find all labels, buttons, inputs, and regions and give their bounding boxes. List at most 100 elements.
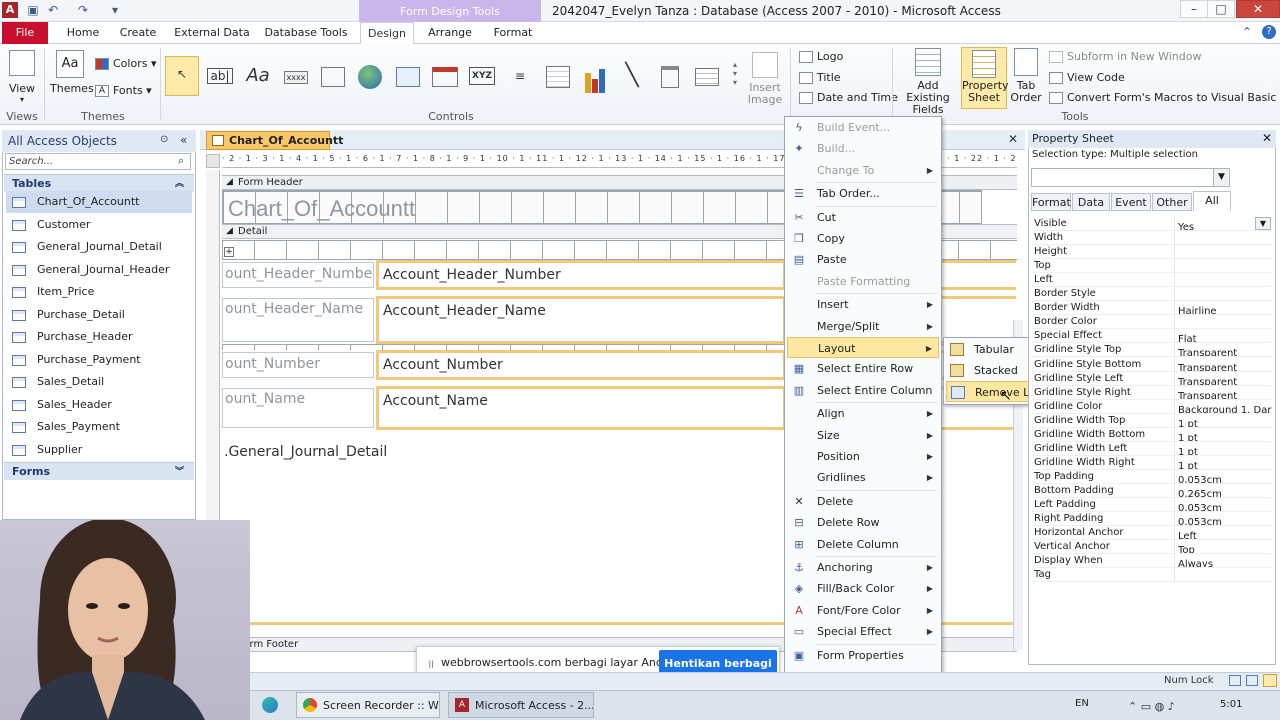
property-row[interactable]: Border Color: [1032, 315, 1272, 330]
property-row[interactable]: Gridline Width Bottom 1 pt: [1032, 427, 1272, 442]
property-value[interactable]: 1 pt: [1175, 460, 1198, 469]
property-row[interactable]: Gridline Width Right 1 pt: [1032, 455, 1272, 470]
nav-item-item-price[interactable]: Item_Price: [12, 281, 94, 303]
colors-button[interactable]: Colors ▾: [95, 55, 156, 73]
property-value[interactable]: 0,053cm: [1175, 474, 1222, 483]
web-browser-control-icon[interactable]: [393, 58, 423, 92]
nav-dropdown-icon[interactable]: ⊙: [160, 134, 168, 145]
ps-tab-data[interactable]: Data: [1072, 193, 1110, 211]
subform-label-general-journal-detail[interactable]: .General_Journal_Detail: [224, 444, 387, 460]
property-value[interactable]: Top: [1175, 544, 1195, 553]
menu-item-position[interactable]: Position ▶: [787, 446, 939, 467]
access-logo-icon[interactable]: A: [2, 2, 18, 18]
textbox-account-header-name[interactable]: Account_Header_Name: [376, 296, 786, 344]
menu-item-paste[interactable]: ▤ Paste: [787, 249, 939, 270]
tab-home[interactable]: Home: [60, 22, 106, 44]
menu-item-layout[interactable]: Layout ▶: [787, 337, 939, 358]
ps-tab-event[interactable]: Event: [1111, 193, 1151, 211]
textbox-account-header-number[interactable]: Account_Header_Number: [376, 260, 786, 290]
layout-selector-icon[interactable]: +: [224, 247, 234, 257]
label-control-icon[interactable]: Aa: [243, 58, 273, 92]
property-value[interactable]: Hairline: [1175, 305, 1217, 314]
subform-new-window-button[interactable]: Subform in New Window: [1049, 48, 1201, 66]
property-value[interactable]: Transparent: [1175, 390, 1237, 399]
menu-item-build-event[interactable]: ϟ Build Event...: [787, 117, 939, 138]
add-existing-fields-button[interactable]: Add Existing Fields: [897, 48, 959, 116]
property-row[interactable]: Left: [1032, 273, 1272, 288]
logo-button[interactable]: Logo: [799, 48, 843, 66]
title-button[interactable]: Title: [799, 69, 841, 87]
nav-item-purchase-payment[interactable]: Purchase_Payment: [12, 349, 141, 371]
nav-item-chart-of-accountt[interactable]: Chart_Of_Accountt: [6, 191, 192, 213]
ps-tab-all[interactable]: All: [1193, 191, 1231, 211]
tab-create[interactable]: Create: [114, 22, 162, 44]
property-value[interactable]: 0,265cm: [1175, 488, 1222, 497]
view-code-button[interactable]: View Code: [1049, 69, 1125, 87]
nav-item-supplier[interactable]: Supplier: [12, 439, 82, 461]
drag-handle-icon[interactable]: ॥: [427, 655, 434, 672]
menu-item-special-effect[interactable]: ▭ Special Effect ▶: [787, 621, 939, 642]
property-row[interactable]: Border Width Hairline: [1032, 301, 1272, 316]
gallery-scroll-icon[interactable]: ▴ ▾ ▾: [733, 60, 737, 87]
nav-item-sales-detail[interactable]: Sales_Detail: [12, 371, 104, 393]
property-value[interactable]: Transparent: [1175, 347, 1237, 356]
textbox-account-name[interactable]: Account_Name: [376, 386, 786, 430]
help-question-icon[interactable]: ?: [1262, 25, 1276, 39]
tab-file[interactable]: File: [2, 22, 48, 44]
property-value[interactable]: Transparent: [1175, 362, 1237, 371]
shutter-bar-close-icon[interactable]: «: [180, 133, 187, 147]
combo-box-icon[interactable]: [543, 58, 573, 92]
tab-design[interactable]: Design: [360, 22, 414, 45]
taskbar-screen-recorder[interactable]: Screen Recorder :: W...: [296, 692, 440, 718]
field-label-account-name[interactable]: ount_Name: [222, 388, 374, 428]
button-control-icon[interactable]: xxxx: [281, 58, 311, 92]
menu-item-select-entire-row[interactable]: ▦ Select Entire Row: [787, 358, 939, 379]
document-tab-chart-of-accountt[interactable]: Chart_Of_Accountt: [206, 131, 343, 150]
forms-section-header[interactable]: Forms ︾: [4, 462, 194, 480]
chart-control-icon[interactable]: [580, 58, 610, 93]
line-control-icon[interactable]: ╲: [617, 58, 647, 92]
close-button[interactable]: ✕: [1236, 0, 1280, 18]
menu-item-size[interactable]: Size ▶: [787, 425, 939, 446]
search-icon[interactable]: ⌕: [178, 154, 184, 168]
menu-item-cut[interactable]: ✂ Cut: [787, 207, 939, 228]
property-row[interactable]: Top Padding 0,053cm: [1032, 469, 1272, 484]
tab-format[interactable]: Format: [486, 22, 540, 44]
nav-search-input[interactable]: Search...: [5, 153, 191, 170]
field-label-account-number[interactable]: ount_Number: [222, 352, 374, 378]
form-view-icon[interactable]: [1229, 675, 1241, 686]
tab-arrange[interactable]: Arrange: [422, 22, 478, 44]
property-value[interactable]: 1 pt: [1175, 418, 1198, 427]
property-row[interactable]: Gridline Width Left 1 pt: [1032, 441, 1272, 456]
nav-item-general-journal-header[interactable]: General_Journal_Header: [12, 259, 169, 281]
menu-item-anchoring[interactable]: ⚓ Anchoring ▶: [787, 557, 939, 578]
menu-item-delete-row[interactable]: ⊟ Delete Row: [787, 512, 939, 533]
undo-icon[interactable]: ↶: [46, 3, 60, 17]
property-row[interactable]: Border Style: [1032, 287, 1272, 302]
property-value[interactable]: Always: [1175, 558, 1213, 567]
form-selector[interactable]: [206, 154, 220, 168]
select-pointer-control[interactable]: ↖: [165, 56, 199, 96]
nav-item-sales-header[interactable]: Sales_Header: [12, 394, 112, 416]
navigation-control-icon[interactable]: [430, 58, 460, 92]
help-icon[interactable]: ⌃: [1242, 25, 1252, 39]
menu-item-align[interactable]: Align ▶: [787, 403, 939, 424]
tables-section-header[interactable]: Tables ︽: [4, 174, 194, 192]
ps-tab-format[interactable]: Format: [1031, 193, 1071, 211]
menu-item-insert[interactable]: Insert ▶: [787, 294, 939, 315]
menu-item-delete[interactable]: ✕ Delete: [787, 491, 939, 512]
property-row[interactable]: Display When Always: [1032, 554, 1272, 569]
language-indicator[interactable]: EN: [1075, 698, 1089, 709]
property-row[interactable]: Horizontal Anchor Left: [1032, 526, 1272, 541]
nav-item-sales-payment[interactable]: Sales_Payment: [12, 416, 120, 438]
field-label-account-header-name[interactable]: ount_Header_Name: [222, 298, 374, 342]
menu-item-form-properties[interactable]: ▣ Form Properties: [787, 645, 939, 666]
property-value[interactable]: 0,053cm: [1175, 502, 1222, 511]
fonts-button[interactable]: A Fonts ▾: [95, 82, 152, 100]
option-group-icon[interactable]: XYZ: [467, 58, 497, 92]
property-row[interactable]: Top: [1032, 259, 1272, 274]
property-row[interactable]: Bottom Padding 0,265cm: [1032, 483, 1272, 498]
menu-item-tab-order[interactable]: ☰ Tab Order...: [787, 183, 939, 204]
tab-control-icon[interactable]: [318, 58, 348, 92]
property-row[interactable]: Right Padding 0,053cm: [1032, 512, 1272, 527]
